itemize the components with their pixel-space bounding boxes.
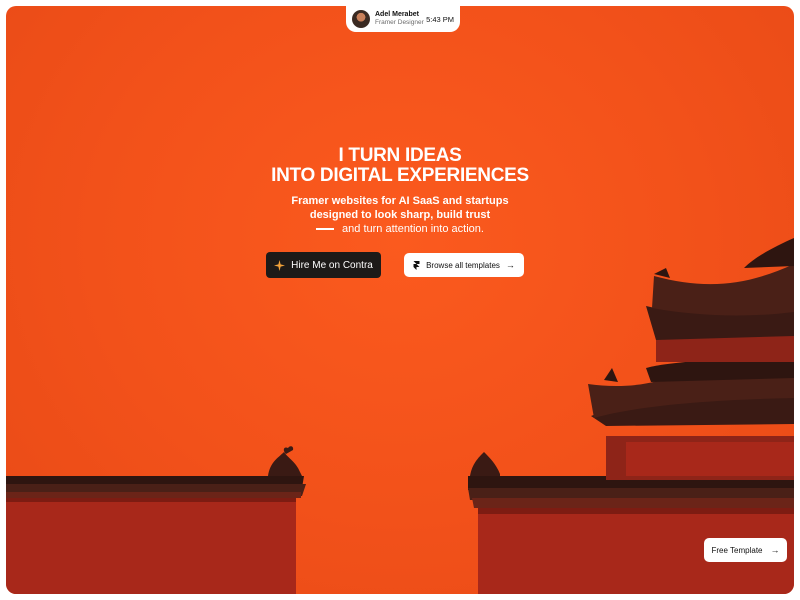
left-wall	[6, 446, 306, 594]
browse-templates-button[interactable]: Browse all templates →	[404, 253, 524, 277]
hero-title-line-1: I TURN IDEAS	[338, 145, 462, 166]
framer-icon	[413, 260, 420, 270]
profile-role: Framer Designer	[375, 19, 424, 27]
browse-templates-label: Browse all templates	[426, 260, 500, 270]
free-template-button[interactable]: Free Template →	[704, 538, 787, 562]
profile-text: Adel Merabet Framer Designer	[375, 11, 424, 27]
pavilion	[588, 238, 794, 480]
hero-subtitle-line-2: designed to look sharp, build trust	[309, 209, 491, 221]
contra-star-icon	[274, 259, 286, 271]
profile-name: Adel Merabet	[375, 11, 419, 19]
profile-pill[interactable]: Adel Merabet Framer Designer 5:43 PM	[346, 6, 460, 32]
hero-subtitle: Framer websites for AI SaaS and startups…	[6, 194, 794, 236]
arrow-right-icon: →	[505, 260, 515, 270]
hero-subtitle-line-3: and turn attention into action.	[342, 223, 484, 235]
arrow-right-icon: →	[770, 545, 780, 555]
hire-me-label: Hire Me on Contra	[291, 259, 373, 271]
hero-title-line-2: INTO DIGITAL EXPERIENCES	[271, 165, 529, 186]
hero-subtitle-line-1: Framer websites for AI SaaS and startups	[291, 195, 509, 207]
avatar	[352, 10, 370, 28]
hire-me-button[interactable]: Hire Me on Contra	[266, 252, 381, 278]
dash-decoration	[316, 228, 335, 231]
hero-section: Adel Merabet Framer Designer 5:43 PM I T…	[6, 6, 794, 594]
free-template-label: Free Template	[711, 545, 763, 555]
profile-time: 5:43 PM	[426, 14, 454, 24]
hero-subtitle-line-3-wrap: and turn attention into action.	[6, 222, 794, 236]
palace-scene-illustration	[6, 238, 794, 594]
hero-title: I TURN IDEAS INTO DIGITAL EXPERIENCES	[6, 146, 794, 186]
